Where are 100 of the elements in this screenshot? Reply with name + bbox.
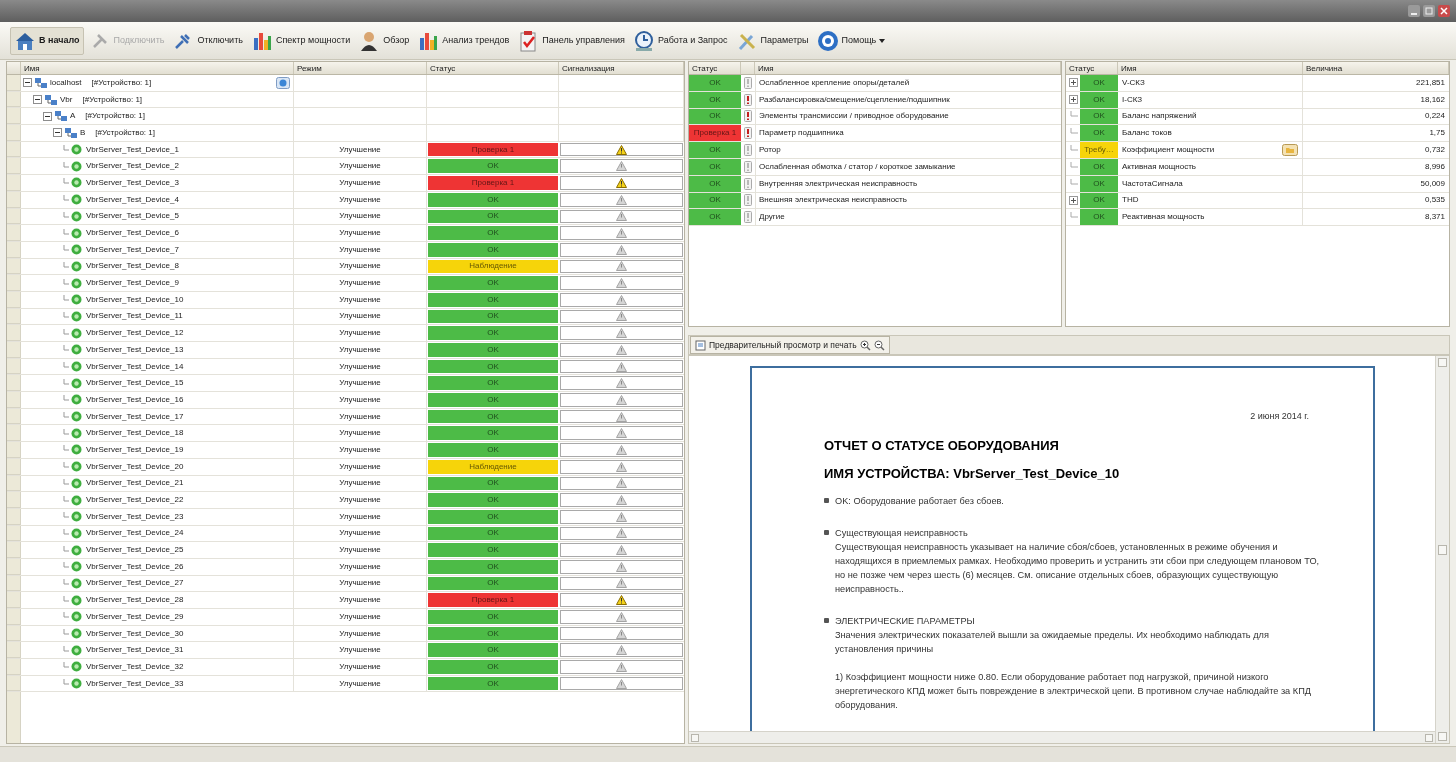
tree-line-icon bbox=[63, 228, 69, 238]
status-cell: OK bbox=[428, 426, 558, 441]
column-header[interactable]: Статус bbox=[427, 62, 559, 74]
column-header[interactable]: Имя bbox=[21, 62, 294, 74]
toolbar-button[interactable]: Параметры bbox=[732, 26, 812, 55]
device-name[interactable]: VbrServer_Test_Device_16 bbox=[86, 393, 184, 406]
row-header[interactable] bbox=[7, 492, 21, 508]
row-header[interactable] bbox=[7, 342, 21, 358]
device-name[interactable]: VbrServer_Test_Device_7 bbox=[86, 243, 179, 256]
device-name[interactable]: VbrServer_Test_Device_31 bbox=[86, 644, 184, 657]
device-name[interactable]: VbrServer_Test_Device_8 bbox=[86, 260, 179, 273]
expand-icon[interactable] bbox=[1068, 195, 1078, 205]
device-name[interactable]: VbrServer_Test_Device_25 bbox=[86, 544, 184, 557]
node-label[interactable]: Vbr bbox=[60, 93, 73, 106]
device-name[interactable]: VbrServer_Test_Device_21 bbox=[86, 477, 184, 490]
zoom-out-icon[interactable] bbox=[873, 339, 885, 351]
row-header[interactable] bbox=[7, 542, 21, 558]
toolbar-button[interactable]: Помощь bbox=[813, 26, 889, 55]
device-name[interactable]: VbrServer_Test_Device_15 bbox=[86, 377, 184, 390]
column-header[interactable]: Имя bbox=[755, 62, 1061, 74]
row-header[interactable] bbox=[7, 392, 21, 408]
device-name[interactable]: VbrServer_Test_Device_30 bbox=[86, 627, 184, 640]
device-name[interactable]: VbrServer_Test_Device_4 bbox=[86, 193, 179, 206]
toolbar-button[interactable]: Отключить bbox=[169, 26, 246, 55]
device-name[interactable]: VbrServer_Test_Device_3 bbox=[86, 176, 179, 189]
device-name[interactable]: VbrServer_Test_Device_32 bbox=[86, 660, 184, 673]
row-header[interactable] bbox=[7, 275, 21, 291]
horizontal-scrollbar[interactable] bbox=[689, 731, 1435, 743]
row-header[interactable] bbox=[7, 425, 21, 442]
device-status-icon bbox=[71, 678, 82, 690]
device-name[interactable]: VbrServer_Test_Device_1 bbox=[86, 143, 179, 156]
row-header[interactable] bbox=[7, 592, 21, 608]
device-name[interactable]: VbrServer_Test_Device_17 bbox=[86, 410, 184, 423]
device-name[interactable]: VbrServer_Test_Device_6 bbox=[86, 227, 179, 240]
device-name[interactable]: VbrServer_Test_Device_13 bbox=[86, 343, 184, 356]
minimize-icon[interactable] bbox=[1408, 5, 1420, 17]
device-name[interactable]: VbrServer_Test_Device_18 bbox=[86, 427, 184, 440]
node-label[interactable]: A bbox=[70, 110, 76, 123]
device-name[interactable]: VbrServer_Test_Device_2 bbox=[86, 160, 179, 173]
collapse-icon[interactable] bbox=[53, 128, 62, 138]
device-name[interactable]: VbrServer_Test_Device_27 bbox=[86, 577, 184, 590]
tree-line-icon bbox=[63, 378, 69, 388]
device-name[interactable]: VbrServer_Test_Device_33 bbox=[86, 677, 184, 690]
device-name[interactable]: VbrServer_Test_Device_11 bbox=[86, 310, 183, 323]
toolbar-button[interactable]: Спектр мощности bbox=[247, 26, 354, 55]
node-label[interactable]: B bbox=[80, 126, 86, 139]
print-preview-icon[interactable] bbox=[695, 339, 706, 351]
row-header[interactable] bbox=[7, 659, 21, 675]
device-name[interactable]: VbrServer_Test_Device_9 bbox=[86, 277, 179, 290]
device-name[interactable]: VbrServer_Test_Device_23 bbox=[86, 510, 184, 523]
toolbar-button[interactable]: Анализ трендов bbox=[414, 26, 513, 55]
status-cell: Проверка 1 bbox=[428, 593, 558, 607]
row-header[interactable] bbox=[7, 442, 21, 458]
mode-cell: Улучшение bbox=[294, 408, 427, 425]
device-name[interactable]: VbrServer_Test_Device_12 bbox=[86, 327, 184, 340]
expand-icon[interactable] bbox=[1068, 78, 1078, 88]
close-icon[interactable] bbox=[1438, 5, 1450, 17]
status-cell: OK bbox=[1080, 75, 1118, 91]
section-heading: ЭЛЕКТРИЧЕСКИЕ ПАРАМЕТРЫ bbox=[835, 614, 976, 628]
vertical-scrollbar[interactable] bbox=[1435, 356, 1449, 743]
collapse-icon[interactable] bbox=[33, 95, 42, 105]
zoom-in-icon[interactable] bbox=[859, 339, 871, 351]
mode-cell: Улучшение bbox=[294, 241, 427, 258]
maximize-icon[interactable] bbox=[1423, 5, 1435, 17]
device-name[interactable]: VbrServer_Test_Device_22 bbox=[86, 494, 184, 507]
device-name[interactable]: VbrServer_Test_Device_28 bbox=[86, 594, 184, 607]
toolbar-button[interactable]: Панель управления bbox=[514, 26, 628, 55]
device-name[interactable]: VbrServer_Test_Device_5 bbox=[86, 210, 179, 223]
toolbar-button[interactable]: Обзор bbox=[355, 26, 413, 55]
column-header[interactable]: Режим bbox=[294, 62, 427, 74]
row-header[interactable] bbox=[7, 225, 21, 241]
device-name[interactable]: VbrServer_Test_Device_24 bbox=[86, 527, 184, 540]
row-header[interactable] bbox=[7, 175, 21, 191]
device-name[interactable]: VbrServer_Test_Device_19 bbox=[86, 443, 184, 456]
collapse-icon[interactable] bbox=[23, 78, 32, 88]
device-name[interactable]: VbrServer_Test_Device_10 bbox=[86, 293, 184, 306]
row-header[interactable] bbox=[7, 325, 21, 341]
device-name[interactable]: VbrServer_Test_Device_20 bbox=[86, 460, 184, 473]
expand-icon[interactable] bbox=[1068, 95, 1078, 105]
device-status-icon bbox=[71, 477, 82, 489]
row-header[interactable] bbox=[7, 125, 21, 141]
row-header[interactable] bbox=[7, 108, 21, 125]
column-header[interactable]: Статус bbox=[1066, 62, 1118, 74]
device-name[interactable]: VbrServer_Test_Device_14 bbox=[86, 360, 184, 373]
column-header[interactable]: Имя bbox=[1118, 62, 1303, 74]
column-header[interactable]: Сигнализация bbox=[559, 62, 684, 74]
row-header[interactable] bbox=[7, 375, 21, 392]
device-name[interactable]: VbrServer_Test_Device_26 bbox=[86, 560, 184, 573]
toolbar-button[interactable]: Работа и Запрос bbox=[629, 26, 731, 55]
row-header[interactable] bbox=[7, 642, 21, 659]
folder-button-icon[interactable] bbox=[1282, 144, 1298, 157]
column-header[interactable]: Величина bbox=[1303, 62, 1449, 74]
device-name[interactable]: VbrServer_Test_Device_29 bbox=[86, 610, 184, 623]
collapse-icon[interactable] bbox=[43, 111, 52, 121]
refresh-icon[interactable] bbox=[276, 76, 290, 89]
toolbar-button[interactable]: В начало bbox=[10, 26, 84, 55]
node-label[interactable]: localhost bbox=[50, 76, 82, 89]
row-header[interactable] bbox=[7, 158, 21, 175]
column-header[interactable]: Статус bbox=[689, 62, 741, 74]
row-header[interactable] bbox=[7, 609, 21, 625]
